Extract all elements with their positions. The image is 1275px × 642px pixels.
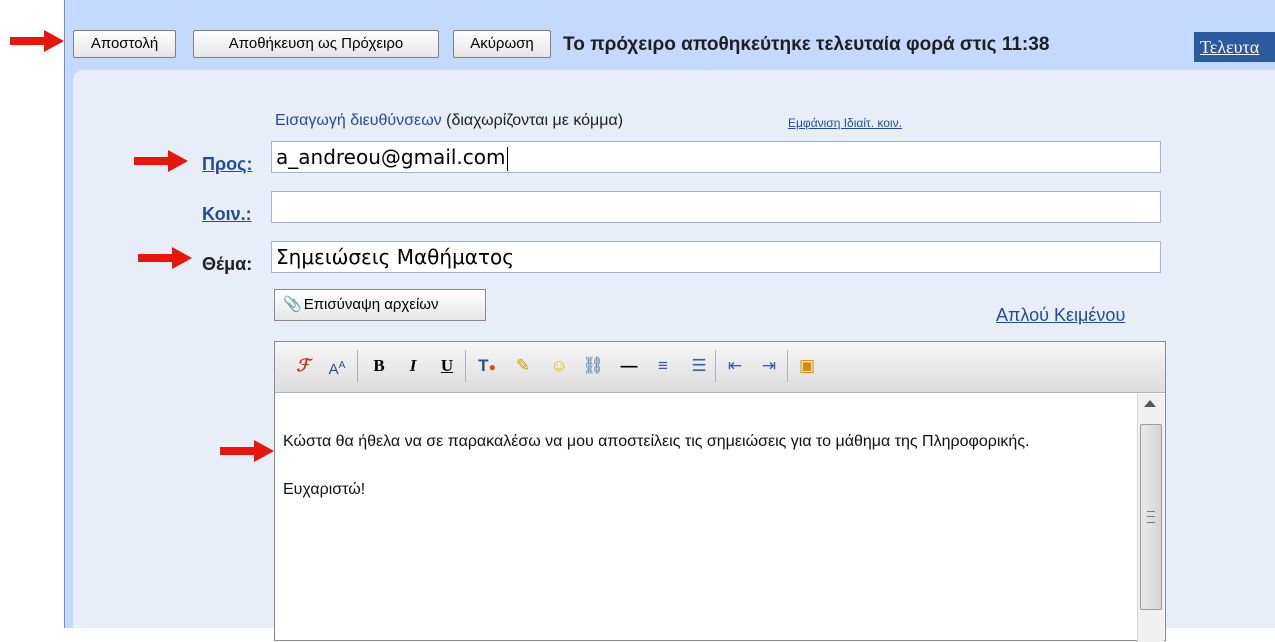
scrollbar-thumb[interactable] [1140,424,1162,610]
attach-files-button[interactable]: 📎 Επισύναψη αρχείων [274,289,486,321]
indent-icon[interactable]: ⇥ [755,352,783,380]
grip-icon [1147,511,1155,523]
cancel-button[interactable]: Ακύρωση [453,30,551,58]
text-color-icon[interactable]: T● [473,352,501,380]
message-line-2: Ευχαριστώ! [283,481,366,498]
italic-icon[interactable]: I [399,352,427,380]
to-value: a_andreou@gmail.com [276,145,506,169]
red-arrow-send [10,30,64,52]
toolbar-separator [787,350,788,382]
horizontal-rule-icon[interactable]: — [615,352,643,380]
outdent-icon[interactable]: ⇤ [721,352,749,380]
message-line-1: Κώστα θα ήθελα να σε παρακαλέσω να μου α… [283,433,1030,450]
image-icon[interactable]: ▣ [793,352,821,380]
red-arrow-subject [138,247,192,269]
address-hint: Εισαγωγή διευθύνσεων (διαχωρίζονται με κ… [275,112,623,130]
editor-scrollbar[interactable] [1137,394,1164,642]
show-bcc-link[interactable]: Εμφάνιση Ιδιαίτ. κοιν. [788,116,902,130]
formatting-toolbar: ℱ AA B I U T● ✎ ☺ ⛓ — ≡ ☰ ⇤ ⇥ ▣ [275,342,1165,393]
subject-label: Θέμα: [202,254,253,274]
red-arrow-to [134,150,188,172]
toolbar-separator [715,350,716,382]
attach-label: Επισύναψη αρχείων [303,296,439,313]
insert-addresses-link[interactable]: Εισαγωγή διευθύνσεων [275,112,442,129]
save-draft-button[interactable]: Αποθήκευση ως Πρόχειρο [193,30,439,58]
toolbar-separator [357,350,358,382]
to-label-link[interactable]: Προς: [202,154,252,175]
scroll-up-arrow-icon[interactable] [1144,400,1156,407]
hint-text: (διαχωρίζονται με κόμμα) [441,112,624,129]
red-arrow-body [220,440,274,462]
compose-toolbar: Αποστολή Αποθήκευση ως Πρόχειρο Ακύρωση … [65,0,1275,70]
bullet-list-icon[interactable]: ☰ [685,352,713,380]
subject-input[interactable]: Σημειώσεις Μαθήματος [271,241,1161,273]
plain-text-link[interactable]: Απλού Κειμένου [996,305,1125,326]
toolbar-separator [465,350,466,382]
underline-icon[interactable]: U [433,352,461,380]
message-body[interactable]: Κώστα θα ήθελα να σε παρακαλέσω να μου α… [283,430,1133,502]
align-icon[interactable]: ≡ [649,352,677,380]
bold-icon[interactable]: B [365,352,393,380]
highlight-icon[interactable]: ✎ [509,352,537,380]
font-icon[interactable]: ℱ [289,352,317,380]
draft-status-text: Το πρόχειρο αποθηκεύτηκε τελευταία φορά … [563,34,1050,55]
last-link[interactable]: Τελευτα [1194,32,1275,62]
paperclip-icon: 📎 [283,296,302,313]
font-size-icon[interactable]: AA [323,352,351,380]
rich-text-editor[interactable]: ℱ AA B I U T● ✎ ☺ ⛓ — ≡ ☰ ⇤ ⇥ ▣ Κώστα θα… [274,341,1166,642]
to-input[interactable]: a_andreou@gmail.com [271,141,1161,173]
emoticon-icon[interactable]: ☺ [545,352,573,380]
link-icon[interactable]: ⛓ [579,352,607,380]
cc-input[interactable] [271,191,1161,223]
send-button[interactable]: Αποστολή [73,30,176,58]
cc-label-link[interactable]: Κοιν.: [202,204,252,225]
text-caret [506,146,508,171]
